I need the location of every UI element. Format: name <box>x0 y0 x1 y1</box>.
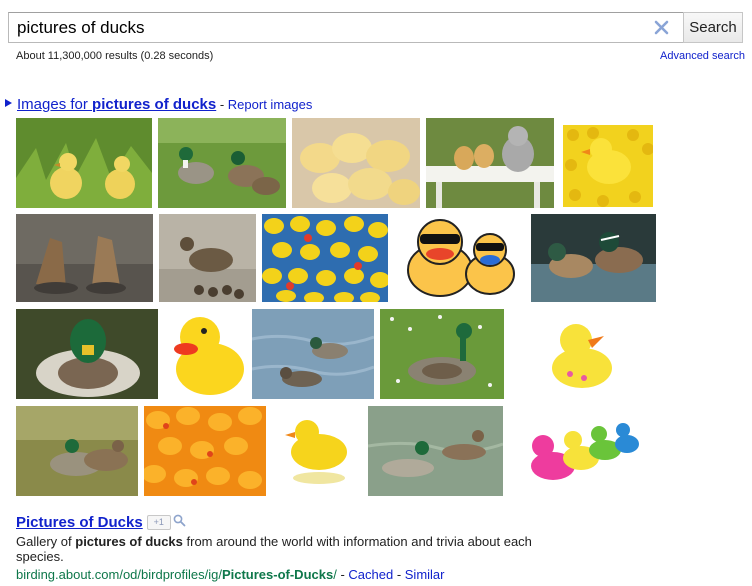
image-thumbnail[interactable] <box>144 406 266 496</box>
image-thumbnail[interactable] <box>531 214 656 302</box>
clear-icon[interactable] <box>653 19 670 36</box>
image-thumbnail[interactable] <box>159 214 256 302</box>
cached-link[interactable]: Cached <box>348 567 393 582</box>
image-thumbnail[interactable] <box>548 318 616 390</box>
image-thumbnail[interactable] <box>563 125 653 207</box>
image-thumbnail[interactable] <box>404 214 516 302</box>
image-thumbnail[interactable] <box>281 416 351 488</box>
result-url-bold: Pictures-of-Ducks <box>221 567 334 582</box>
search-box[interactable] <box>8 12 684 43</box>
advanced-search-link[interactable]: Advanced search <box>660 50 745 62</box>
images-header: Images for pictures of ducks - Report im… <box>5 96 312 113</box>
image-thumbnail[interactable] <box>262 214 388 302</box>
url-separator: - <box>336 567 349 582</box>
image-thumbnail[interactable] <box>16 118 152 208</box>
result-title-link[interactable]: Pictures of Ducks <box>16 514 143 531</box>
image-thumbnail[interactable] <box>16 214 153 302</box>
result-url-plain: birding.about.com/od/birdprofiles/ig/ <box>16 567 222 582</box>
result-url-line: birding.about.com/od/birdprofiles/ig/Pic… <box>16 567 546 582</box>
images-title-prefix: Images for <box>17 96 93 113</box>
images-separator: - <box>216 97 228 112</box>
search-input[interactable] <box>9 13 649 42</box>
images-title-link[interactable]: Images for pictures of ducks <box>17 96 216 113</box>
image-thumbnail[interactable] <box>529 420 639 486</box>
report-images-link[interactable]: Report images <box>228 97 313 112</box>
result-url: birding.about.com/od/birdprofiles/ig/Pic… <box>16 567 337 582</box>
image-thumbnail[interactable] <box>16 406 138 496</box>
image-thumbnail[interactable] <box>292 118 420 208</box>
image-thumbnail[interactable] <box>164 309 246 399</box>
snippet-bold: pictures of ducks <box>75 534 183 549</box>
images-title-query: pictures of ducks <box>92 96 217 113</box>
result-stats: About 11,300,000 results (0.28 seconds) <box>16 50 214 62</box>
image-thumbnail[interactable] <box>426 118 554 208</box>
result-snippet: Gallery of pictures of ducks from around… <box>16 534 546 564</box>
snippet-part-1: Gallery of <box>16 534 76 549</box>
result-title-line: Pictures of Ducks +1 <box>16 514 546 531</box>
image-thumbnail[interactable] <box>252 309 374 399</box>
plus-one-button[interactable]: +1 <box>146 515 171 530</box>
image-thumbnail[interactable] <box>16 309 158 399</box>
triangle-icon <box>5 99 12 107</box>
image-thumbnail[interactable] <box>158 118 286 208</box>
image-thumbnail[interactable] <box>380 309 504 399</box>
image-thumbnail[interactable] <box>368 406 503 496</box>
search-result: Pictures of Ducks +1 Gallery of pictures … <box>16 514 546 582</box>
preview-magnifier-icon[interactable] <box>173 514 186 527</box>
similar-link[interactable]: Similar <box>405 567 445 582</box>
search-button[interactable]: Search <box>683 12 743 43</box>
url-separator: - <box>393 567 405 582</box>
